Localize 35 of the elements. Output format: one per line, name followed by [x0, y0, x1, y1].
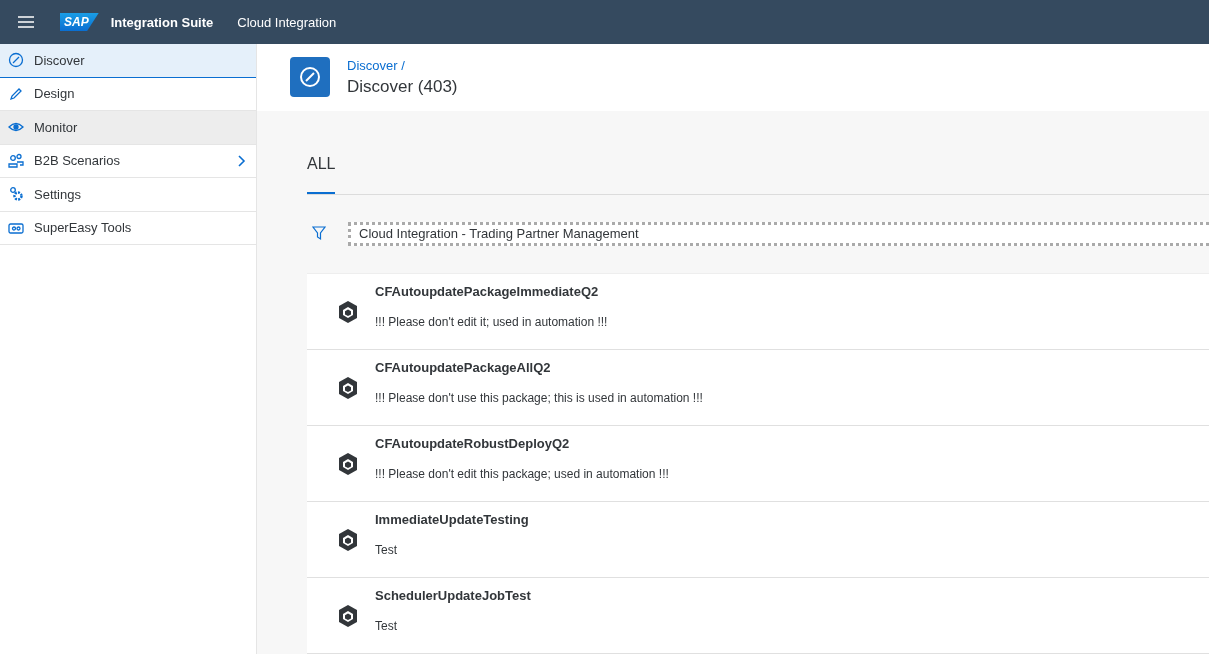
package-description: Test [375, 619, 398, 633]
sidebar-item[interactable]: Monitor [0, 111, 256, 145]
package-icon [337, 527, 359, 552]
package-icon [337, 603, 359, 628]
tab[interactable]: ALL [307, 154, 336, 194]
package-name: ImmediateUpdateTesting [375, 512, 529, 527]
package-row[interactable]: CFAutoupdatePackageImmediateQ2 !!! Please don't edit it; used in automation !!! [307, 274, 1209, 350]
package-row[interactable]: CFAutoupdateRobustDeployQ2 !!! Please don't edit this package; used in automation !!! [307, 426, 1209, 502]
filter-icon[interactable] [312, 226, 326, 242]
package-row[interactable]: SchedulerUpdateJobTest Test [307, 578, 1209, 654]
product-name: Integration Suite [110, 14, 214, 30]
menu-icon[interactable] [18, 16, 34, 28]
package-row[interactable]: CFAutoupdatePackageAllQ2 !!! Please don't use this package; this is used in automation !!! [307, 350, 1209, 426]
package-description: Test [375, 543, 398, 557]
package-name: CFAutoupdatePackageImmediateQ2 [375, 284, 600, 299]
sidebar-item[interactable]: Discover [0, 44, 256, 78]
breadcrumb-link[interactable]: Discover / [347, 57, 458, 73]
package-description: !!! Please don't use this package; this is used in automation !!! [375, 391, 703, 405]
compass-icon [290, 57, 330, 98]
compass-icon [8, 52, 24, 69]
package-icon [337, 299, 359, 324]
gears-icon [8, 186, 24, 203]
package-icon [337, 375, 359, 400]
package-row[interactable]: ImmediateUpdateTesting Test [307, 502, 1209, 578]
people-icon [8, 152, 24, 169]
package-description: !!! Please don't edit this package; used in automation !!! [375, 467, 669, 481]
page-title: Discover (403) [347, 76, 458, 97]
package-description: !!! Please don't edit it; used in automation !!! [375, 315, 608, 329]
app-name: Cloud Integration [237, 14, 337, 30]
package-icon [337, 451, 359, 476]
logo: SAP [60, 13, 99, 31]
filter-input[interactable]: Cloud Integration - Trading Partner Management [348, 221, 1209, 246]
package-name: CFAutoupdateRobustDeployQ2 [375, 436, 571, 451]
package-name: SchedulerUpdateJobTest [375, 588, 531, 603]
package-name: CFAutoupdatePackageAllQ2 [375, 360, 552, 375]
